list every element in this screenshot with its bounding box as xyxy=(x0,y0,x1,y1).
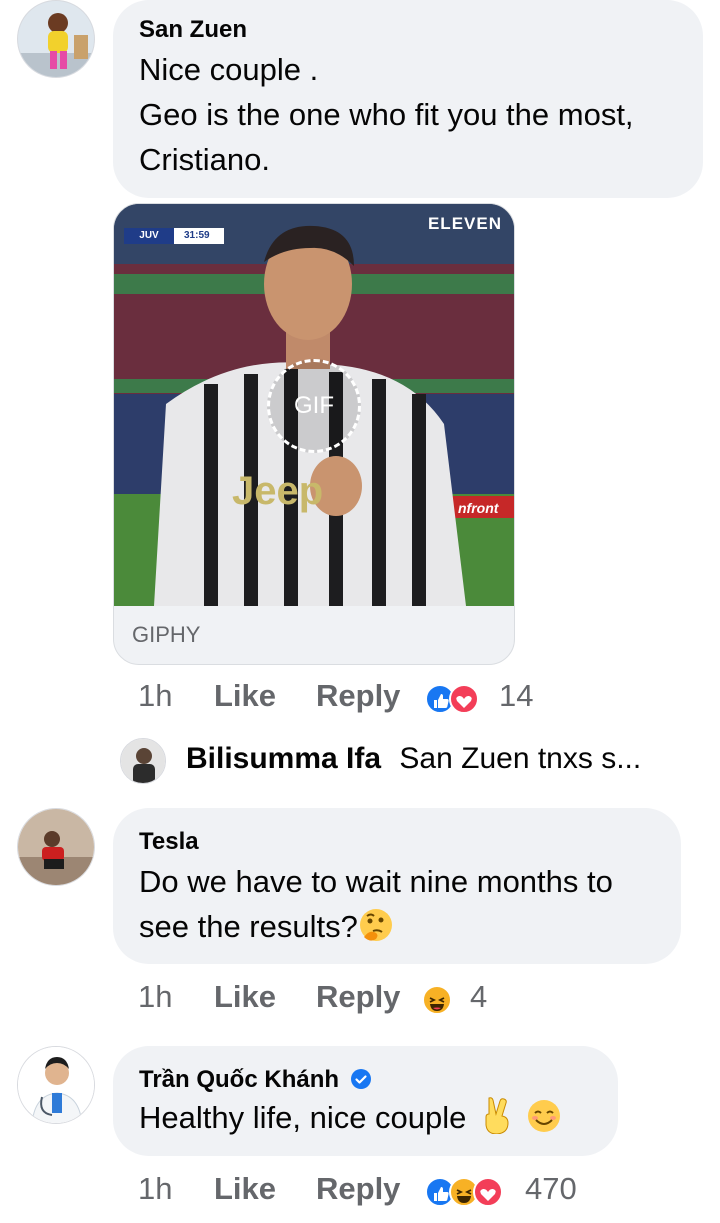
gif-source-label: GIPHY xyxy=(132,622,201,647)
comment-line-text: Healthy life, nice couple xyxy=(139,1100,467,1135)
like-button[interactable]: Like xyxy=(214,979,276,1015)
comment-line: Geo is the one who fit you the most, xyxy=(139,97,634,132)
gif-play-badge[interactable]: GIF xyxy=(267,359,361,453)
comment-actions: 1h Like Reply 470 xyxy=(0,1171,720,1211)
reaction-summary[interactable]: 470 xyxy=(425,1171,595,1209)
comment-bubble: Trần Quốc Khánh Healthy life, nice coupl… xyxy=(113,1046,618,1156)
like-button[interactable]: Like xyxy=(214,1171,276,1207)
comment-timestamp[interactable]: 1h xyxy=(138,1171,172,1207)
reaction-summary[interactable]: 14 xyxy=(425,678,545,716)
comment-bubble: Tesla Do we have to wait nine months to … xyxy=(113,808,681,964)
gif-image[interactable]: Jeep nfront JUV 31:59 ELEVEN GIF xyxy=(114,204,514,606)
comment-actions: 1h Like Reply 4 xyxy=(0,979,720,1019)
reply-preview[interactable]: Bilisumma Ifa San Zuen tnxs s... xyxy=(186,742,706,782)
scoreboard: JUV 31:59 xyxy=(124,228,224,244)
comment-author[interactable]: Trần Quốc Khánh xyxy=(139,1066,339,1093)
reaction-count: 14 xyxy=(499,678,534,713)
comment-line-text: see the results? xyxy=(139,909,358,944)
comment-timestamp[interactable]: 1h xyxy=(138,678,172,714)
broadcaster-logo: ELEVEN xyxy=(427,214,502,233)
comment-timestamp[interactable]: 1h xyxy=(138,979,172,1015)
reply-author[interactable]: Bilisumma Ifa xyxy=(186,742,381,775)
reply-button[interactable]: Reply xyxy=(316,979,400,1015)
comment-actions: 1h Like Reply 14 xyxy=(0,678,720,718)
scoreboard-team: JUV xyxy=(124,228,174,244)
avatar-photo xyxy=(18,809,94,885)
comment-bubble: San Zuen Nice couple . Geo is the one wh… xyxy=(113,0,703,198)
love-reaction-icon xyxy=(473,1177,503,1207)
comment-line: Cristiano. xyxy=(139,142,270,177)
reply-text: San Zuen tnxs s... xyxy=(399,742,642,775)
verified-badge-icon xyxy=(350,1068,372,1090)
avatar-san-zuen[interactable] xyxy=(17,0,95,78)
comment-line: see the results? xyxy=(139,905,394,949)
gif-badge-label: GIF xyxy=(294,392,334,419)
scoreboard-time: 31:59 xyxy=(184,230,210,241)
smiling-face-icon xyxy=(526,1098,562,1134)
avatar-tesla[interactable] xyxy=(17,808,95,886)
jersey-sponsor: Jeep xyxy=(232,469,323,513)
avatar-photo xyxy=(18,1,94,77)
thinking-face-icon xyxy=(358,907,394,943)
like-button[interactable]: Like xyxy=(214,678,276,714)
avatar-photo xyxy=(18,1047,94,1123)
comment-author[interactable]: San Zuen xyxy=(139,16,247,44)
haha-reaction-icon xyxy=(422,985,452,1015)
comment-line: Do we have to wait nine months to xyxy=(139,864,613,899)
reply-button[interactable]: Reply xyxy=(316,678,400,714)
victory-hand-icon xyxy=(481,1096,515,1135)
avatar-photo xyxy=(121,739,165,783)
love-reaction-icon xyxy=(449,684,479,714)
avatar-tran-quoc-khanh[interactable] xyxy=(17,1046,95,1124)
reaction-count: 470 xyxy=(525,1171,577,1206)
reaction-summary[interactable]: 4 xyxy=(422,979,512,1017)
comment-author-row: Trần Quốc Khánh xyxy=(139,1066,372,1094)
pitchside-board-text: nfront xyxy=(458,500,500,516)
gif-attachment[interactable]: Jeep nfront JUV 31:59 ELEVEN GIF GIPHY xyxy=(113,203,515,665)
comment-line: Healthy life, nice couple xyxy=(139,1096,562,1140)
avatar-bilisumma-ifa[interactable] xyxy=(120,738,166,784)
comment-line: Nice couple . xyxy=(139,52,319,87)
reply-button[interactable]: Reply xyxy=(316,1171,400,1207)
reaction-count: 4 xyxy=(470,979,488,1014)
comment-author[interactable]: Tesla xyxy=(139,828,199,856)
